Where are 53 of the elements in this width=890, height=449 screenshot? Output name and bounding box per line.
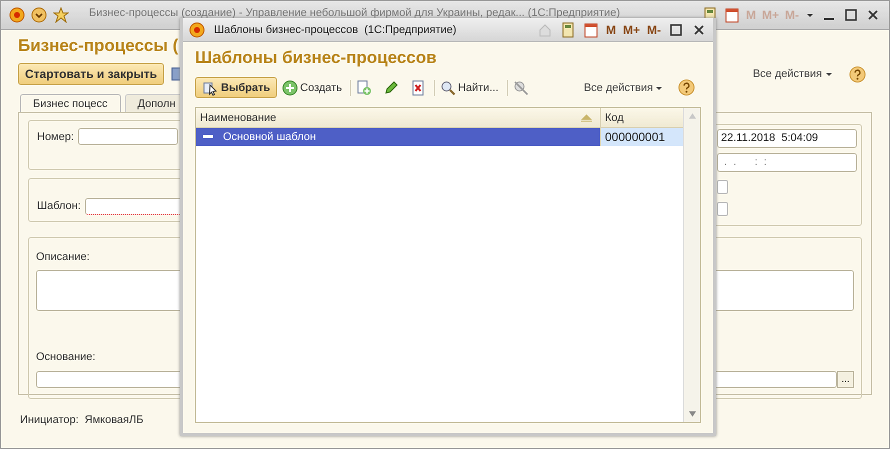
date-field[interactable]: . . : : xyxy=(717,153,857,172)
calendar-icon[interactable] xyxy=(582,22,599,38)
calendar-icon[interactable] xyxy=(724,7,740,23)
start-and-close-button[interactable]: Стартовать и закрыть xyxy=(18,63,164,85)
logo-icon xyxy=(189,22,205,38)
search-icon xyxy=(440,80,456,96)
memory-button[interactable]: M xyxy=(606,22,616,36)
minus-icon xyxy=(203,135,213,139)
plus-icon xyxy=(282,80,298,96)
column-header[interactable]: Код xyxy=(601,108,683,127)
copy-icon[interactable] xyxy=(350,80,372,96)
caret-icon[interactable] xyxy=(825,70,833,78)
choose-button[interactable]: ... xyxy=(837,371,854,388)
template-label: Шаблон: xyxy=(37,199,81,214)
memory-button[interactable]: M- xyxy=(647,22,661,36)
pencil-icon[interactable] xyxy=(382,80,399,96)
all-actions-menu[interactable]: Все действия xyxy=(752,68,822,80)
initiator-value: ЯмковаяЛБ xyxy=(84,414,144,426)
number-field[interactable] xyxy=(78,128,178,145)
table-cell: Основной шаблон xyxy=(223,131,316,143)
scrollbar[interactable] xyxy=(683,108,700,422)
select-icon xyxy=(202,80,218,96)
help-icon[interactable] xyxy=(849,66,866,82)
scroll-down-icon[interactable] xyxy=(688,410,696,418)
all-actions-menu[interactable]: Все действия xyxy=(584,82,653,94)
dialog-heading: Шаблоны бизнес-процессов xyxy=(195,48,438,68)
maximize-icon[interactable] xyxy=(843,7,859,23)
star-icon[interactable] xyxy=(53,7,69,23)
date-field[interactable]: 22.11.2018 5:04:09 xyxy=(717,129,857,148)
initiator-label: Инициатор: xyxy=(20,414,79,426)
tab[interactable]: Бизнес поцесс xyxy=(20,94,121,112)
memory-button[interactable]: M+ xyxy=(622,22,640,36)
logo-icon xyxy=(9,7,25,23)
find-button[interactable]: Найти... xyxy=(434,80,498,96)
search-cancel-icon[interactable] xyxy=(506,80,528,96)
column-header[interactable]: Наименование xyxy=(196,108,601,127)
calculator-icon[interactable] xyxy=(560,22,576,38)
dialog-title: Шаблоны бизнес-процессов (1С:Предприятие) xyxy=(214,24,456,36)
form-heading: Бизнес-процессы ( xyxy=(18,36,180,56)
basis-label: Основание: xyxy=(36,350,96,365)
window-title: Бизнес-процессы (создание) - Управление небольшой фирмой для Украины, редак... (1С:Предприятие) xyxy=(89,7,620,19)
select-button[interactable]: Выбрать xyxy=(195,77,278,98)
checkbox[interactable] xyxy=(717,180,728,194)
delete-icon[interactable] xyxy=(410,80,426,96)
menu-icon[interactable] xyxy=(31,7,47,23)
help-icon[interactable] xyxy=(678,79,695,96)
create-button[interactable]: Создать xyxy=(282,80,342,96)
description-label: Описание: xyxy=(36,250,91,265)
maximize-icon[interactable] xyxy=(668,22,684,38)
number-label: Номер: xyxy=(37,130,74,145)
table-cell: 000000001 xyxy=(601,128,683,146)
sort-icon xyxy=(581,114,592,122)
checkbox[interactable] xyxy=(717,202,728,216)
